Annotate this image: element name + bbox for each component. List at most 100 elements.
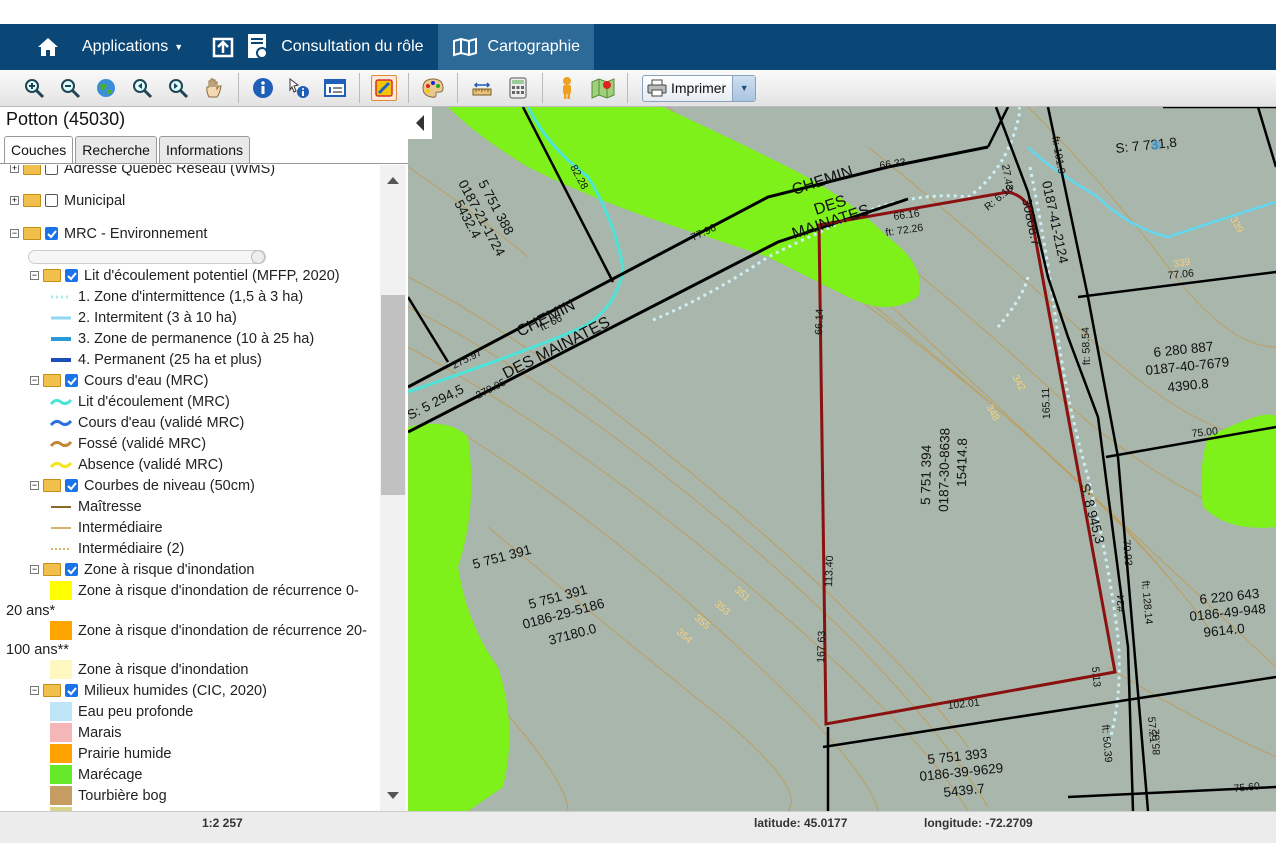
- layer-checkbox[interactable]: [65, 684, 78, 697]
- dimension-label: 70.93: [1120, 539, 1134, 566]
- line-symbol: [50, 349, 72, 370]
- legend-label: Tourbière bog: [78, 787, 167, 804]
- legend-item: Lit d'écoulement (MRC): [50, 391, 230, 412]
- longitude-readout: longitude: -72.2709: [924, 816, 1033, 830]
- expand-icon[interactable]: +: [10, 196, 19, 205]
- layer-checkbox[interactable]: [65, 563, 78, 576]
- globe-icon: [97, 79, 115, 97]
- layer-row[interactable]: − Milieux humides (CIC, 2020): [30, 680, 267, 701]
- tab-recherche[interactable]: Recherche: [75, 136, 157, 163]
- collapse-icon[interactable]: −: [30, 686, 39, 695]
- expand-icon[interactable]: +: [10, 165, 19, 173]
- scroll-down-icon[interactable]: [387, 792, 399, 799]
- consultation-role-link[interactable]: Consultation du rôle: [197, 24, 437, 70]
- collapse-icon[interactable]: −: [30, 271, 39, 280]
- opacity-slider[interactable]: [28, 250, 266, 264]
- layer-row[interactable]: − Cours d'eau (MRC): [30, 370, 208, 391]
- color-button[interactable]: [371, 75, 397, 101]
- print-dropdown[interactable]: ▼: [733, 75, 756, 101]
- layer-row[interactable]: + Municipal: [10, 190, 125, 211]
- layer-row[interactable]: − Courbes de niveau (50cm): [30, 475, 255, 496]
- zoom-out-button[interactable]: [57, 75, 83, 101]
- layer-checkbox[interactable]: [45, 165, 58, 175]
- cartographie-tab[interactable]: Cartographie: [437, 24, 595, 70]
- layer-checkbox[interactable]: [45, 194, 58, 207]
- dotted-line-symbol: [50, 286, 72, 307]
- print-main[interactable]: Imprimer: [643, 75, 734, 101]
- legend-item: Eau peu profonde: [50, 701, 193, 722]
- measure-button[interactable]: [469, 75, 495, 101]
- identify-button[interactable]: [286, 75, 312, 101]
- layer-row[interactable]: − MRC - Environnement: [10, 223, 207, 244]
- check-icon: [46, 229, 57, 238]
- tab-couches[interactable]: Couches: [4, 136, 74, 163]
- pan-button[interactable]: [201, 75, 227, 101]
- identify-icon: [289, 78, 309, 98]
- legend-item: Zone à risque d'inondation de récurrence…: [50, 620, 367, 641]
- wavy-line-symbol: [50, 412, 72, 433]
- pan-hand-icon: [206, 78, 222, 98]
- light-blue-swatch: [50, 702, 72, 721]
- collapse-panel-button[interactable]: [408, 107, 432, 139]
- layer-checkbox[interactable]: [45, 227, 58, 240]
- zoom-in-button[interactable]: [21, 75, 47, 101]
- layer-label: Lit d'écoulement potentiel (MFFP, 2020): [84, 267, 340, 284]
- zoom-next-button[interactable]: [165, 75, 191, 101]
- caret-down-icon: ▼: [174, 42, 184, 52]
- map-svg[interactable]: CHEMIN DES MAINATES CHEMIN DES MAINATES …: [408, 107, 1276, 811]
- scroll-up-icon[interactable]: [387, 177, 399, 184]
- info-button[interactable]: [250, 75, 276, 101]
- calculator-button[interactable]: [505, 75, 531, 101]
- full-extent-button[interactable]: [93, 75, 119, 101]
- layer-checkbox[interactable]: [65, 374, 78, 387]
- applications-menu[interactable]: Applications ▼: [82, 24, 197, 70]
- layer-label: MRC - Environnement: [64, 225, 208, 242]
- folder-open-icon: [43, 374, 61, 387]
- palette-button[interactable]: [420, 75, 446, 101]
- check-icon: [66, 376, 77, 385]
- zoom-previous-button[interactable]: [129, 75, 155, 101]
- street-view-button[interactable]: [554, 75, 580, 101]
- check-icon: [66, 481, 77, 490]
- layer-label: Courbes de niveau (50cm): [84, 477, 255, 494]
- legend-item: Marécage: [50, 764, 142, 785]
- legend-label: Marais: [78, 724, 122, 741]
- collapse-icon[interactable]: −: [30, 481, 39, 490]
- line-symbol: [50, 328, 72, 349]
- map-pin-icon: [591, 78, 615, 99]
- legend-item: Intermédiaire (2): [50, 538, 184, 559]
- home-button[interactable]: [0, 24, 82, 70]
- zoom-next-icon: [169, 79, 189, 99]
- tab-informations[interactable]: Informations: [158, 136, 251, 163]
- map-pin-button[interactable]: [590, 75, 616, 101]
- measure-icon: [472, 82, 492, 96]
- yellow-swatch: [50, 581, 72, 600]
- layer-row[interactable]: + Adresse Québec Réseau (WMS): [10, 165, 275, 179]
- scroll-thumb[interactable]: [381, 295, 405, 495]
- dimension-label: 167.63: [815, 630, 828, 663]
- collapse-icon[interactable]: −: [30, 376, 39, 385]
- layer-tree-scrollbar[interactable]: [380, 165, 406, 811]
- legend-label-continued: 100 ans**: [6, 642, 69, 658]
- legend-item: 4. Permanent (25 ha et plus): [50, 349, 262, 370]
- collapse-icon[interactable]: −: [30, 565, 39, 574]
- green-swatch: [50, 765, 72, 784]
- dimension-label: 165.11: [1040, 387, 1053, 419]
- info-window-button[interactable]: [322, 75, 348, 101]
- layer-label: Zone à risque d'inondation: [84, 561, 255, 578]
- layer-checkbox[interactable]: [65, 479, 78, 492]
- layer-checkbox[interactable]: [65, 269, 78, 282]
- dimension-label: 113.40: [823, 555, 836, 587]
- layer-row[interactable]: − Zone à risque d'inondation: [30, 559, 254, 580]
- scale-readout: 1:2 257: [202, 816, 243, 830]
- wavy-line-symbol: [50, 454, 72, 475]
- upload-box-icon: [212, 37, 234, 58]
- collapse-icon[interactable]: −: [10, 229, 19, 238]
- print-button[interactable]: Imprimer ▼: [642, 74, 757, 102]
- top-banner: [0, 0, 1276, 24]
- layer-row[interactable]: − Lit d'écoulement potentiel (MFFP, 2020): [30, 265, 340, 286]
- check-icon: [66, 271, 77, 280]
- opacity-slider-handle[interactable]: [251, 250, 265, 264]
- map-canvas[interactable]: CHEMIN DES MAINATES CHEMIN DES MAINATES …: [408, 107, 1276, 811]
- legend-label: Prairie humide: [78, 745, 172, 762]
